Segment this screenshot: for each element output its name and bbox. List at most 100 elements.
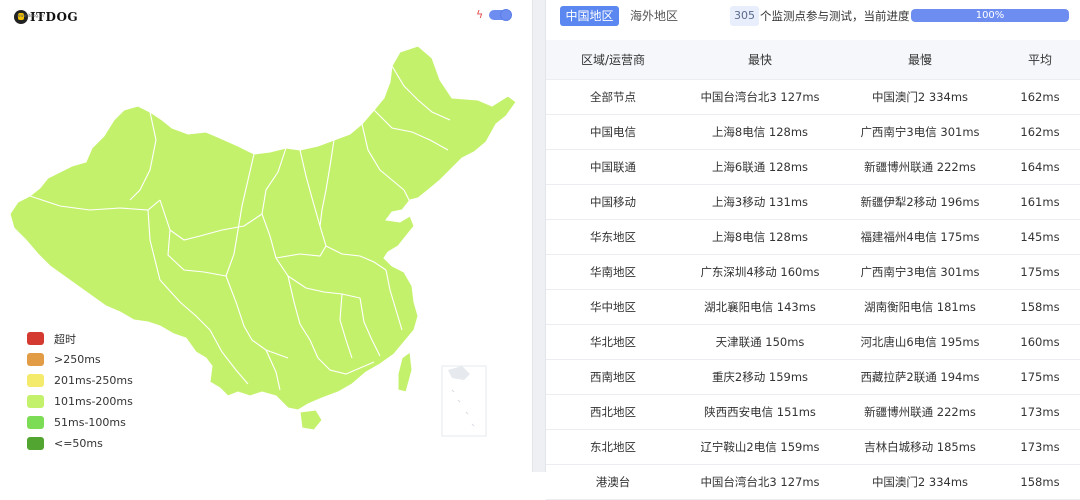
legend-swatch-201-250 [27,374,44,387]
latency-legend: 超时 >250ms 201ms-250ms 101ms-200ms 51ms-1… [27,328,133,454]
cell-fastest: 上海8电信 128ms [680,219,840,255]
results-table: 区域/运营商 最快 最慢 平均 全部节点 中国台湾台北3 127ms 中国澳门2… [546,40,1080,500]
map-mode-toggle[interactable] [489,9,513,21]
table-body: 全部节点 中国台湾台北3 127ms 中国澳门2 334ms 162ms 中国电… [546,79,1080,500]
legend-item[interactable]: 101ms-200ms [27,391,133,412]
cell-slowest: 吉林白城移动 185ms [840,429,1000,465]
table-row[interactable]: 华东地区 上海8电信 128ms 福建福州4电信 175ms 145ms [546,219,1080,255]
legend-label: 201ms-250ms [54,374,133,387]
cell-average: 145ms [1000,219,1080,255]
cell-region: 西北地区 [546,394,680,430]
cell-region: 华东地区 [546,219,680,255]
cell-region: 华南地区 [546,254,680,290]
cell-region: 中国联通 [546,149,680,185]
tab-china[interactable]: 中国地区 [560,6,619,26]
cell-region: 中国电信 [546,114,680,150]
cell-average: 158ms [1000,464,1080,500]
legend-swatch-timeout [27,332,44,345]
table-row[interactable]: 华南地区 广东深圳4移动 160ms 广西南宁3电信 301ms 175ms [546,254,1080,290]
legend-label: 101ms-200ms [54,395,133,408]
table-row[interactable]: 港澳台 中国台湾台北3 127ms 中国澳门2 334ms 158ms [546,464,1080,500]
cell-slowest: 西藏拉萨2联通 194ms [840,359,1000,395]
cell-fastest: 重庆2移动 159ms [680,359,840,395]
cell-region: 华中地区 [546,289,680,325]
table-row[interactable]: 中国电信 上海8电信 128ms 广西南宁3电信 301ms 162ms [546,114,1080,150]
table-row[interactable]: 西北地区 陕西西安电信 151ms 新疆博州联通 222ms 173ms [546,394,1080,430]
cell-slowest: 中国澳门2 334ms [840,79,1000,115]
cell-average: 173ms [1000,394,1080,430]
header-average: 平均 [1000,40,1080,80]
cell-average: 162ms [1000,114,1080,150]
cell-fastest: 湖北襄阳电信 143ms [680,289,840,325]
header-region: 区域/运营商 [546,40,680,80]
node-count-badge: 305 [730,6,759,26]
test-progress-text: 个监测点参与测试，当前进度： [760,9,921,23]
cell-fastest: 中国台湾台北3 127ms [680,79,840,115]
logo-subtext: www.itdog.cn [17,13,44,18]
legend-label: 超时 [54,332,76,346]
table-row[interactable]: 中国移动 上海3移动 131ms 新疆伊犁2移动 196ms 161ms [546,184,1080,220]
cell-slowest: 新疆博州联通 222ms [840,394,1000,430]
table-row[interactable]: 中国联通 上海6联通 128ms 新疆博州联通 222ms 164ms [546,149,1080,185]
cell-region: 全部节点 [546,79,680,115]
progress-bar: 100% [911,9,1069,22]
cell-slowest: 福建福州4电信 175ms [840,219,1000,255]
lightning-icon: ϟ [476,8,484,21]
map-toggle-group: ϟ [476,8,513,21]
table-header-row: 区域/运营商 最快 最慢 平均 [546,40,1080,80]
table-row[interactable]: 全部节点 中国台湾台北3 127ms 中国澳门2 334ms 162ms [546,79,1080,115]
table-row[interactable]: 东北地区 辽宁鞍山2电信 159ms 吉林白城移动 185ms 173ms [546,429,1080,465]
results-panel: 中国地区 海外地区 305 个监测点参与测试，当前进度： 100% 区域/运营商… [546,0,1080,500]
tab-overseas[interactable]: 海外地区 [626,6,682,26]
cell-fastest: 天津联通 150ms [680,324,840,360]
hainan-island[interactable] [299,409,323,431]
legend-swatch-101-200 [27,395,44,408]
progress-bar-fill: 100% [911,9,1069,22]
cell-fastest: 上海6联通 128ms [680,149,840,185]
cell-fastest: 陕西西安电信 151ms [680,394,840,430]
header-slowest: 最慢 [840,40,1000,80]
legend-swatch-51-100 [27,416,44,429]
header-fastest: 最快 [680,40,840,80]
taiwan-island[interactable] [397,351,413,393]
legend-label: <=50ms [54,437,103,450]
cell-slowest: 广西南宁3电信 301ms [840,114,1000,150]
cell-fastest: 上海8电信 128ms [680,114,840,150]
cell-slowest: 河北唐山6电信 195ms [840,324,1000,360]
legend-label: 51ms-100ms [54,416,126,429]
legend-item[interactable]: 超时 [27,328,133,349]
cell-slowest: 湖南衡阳电信 181ms [840,289,1000,325]
cell-fastest: 上海3移动 131ms [680,184,840,220]
legend-item[interactable]: <=50ms [27,433,133,454]
cell-average: 175ms [1000,254,1080,290]
legend-swatch-le-50 [27,437,44,450]
legend-item[interactable]: 51ms-100ms [27,412,133,433]
legend-label: >250ms [54,353,101,366]
cell-region: 西南地区 [546,359,680,395]
cell-region: 中国移动 [546,184,680,220]
cell-slowest: 广西南宁3电信 301ms [840,254,1000,290]
table-row[interactable]: 西南地区 重庆2移动 159ms 西藏拉萨2联通 194ms 175ms [546,359,1080,395]
cell-average: 158ms [1000,289,1080,325]
cell-slowest: 中国澳门2 334ms [840,464,1000,500]
legend-item[interactable]: >250ms [27,349,133,370]
table-row[interactable]: 华中地区 湖北襄阳电信 143ms 湖南衡阳电信 181ms 158ms [546,289,1080,325]
legend-item[interactable]: 201ms-250ms [27,370,133,391]
map-panel: ITDOG www.itdog.cn ϟ 超时 >250ms 201ms-250… [0,0,532,472]
south-china-sea-inset [441,365,487,437]
cell-region: 华北地区 [546,324,680,360]
cell-region: 东北地区 [546,429,680,465]
panel-divider [532,0,546,472]
cell-slowest: 新疆博州联通 222ms [840,149,1000,185]
legend-swatch-gt-250 [27,353,44,366]
cell-region: 港澳台 [546,464,680,500]
cell-average: 160ms [1000,324,1080,360]
cell-average: 162ms [1000,79,1080,115]
region-tabbar: 中国地区 海外地区 305 个监测点参与测试，当前进度： 100% [546,0,1080,38]
cell-fastest: 辽宁鞍山2电信 159ms [680,429,840,465]
cell-average: 164ms [1000,149,1080,185]
cell-slowest: 新疆伊犁2移动 196ms [840,184,1000,220]
cell-average: 161ms [1000,184,1080,220]
cell-fastest: 中国台湾台北3 127ms [680,464,840,500]
table-row[interactable]: 华北地区 天津联通 150ms 河北唐山6电信 195ms 160ms [546,324,1080,360]
